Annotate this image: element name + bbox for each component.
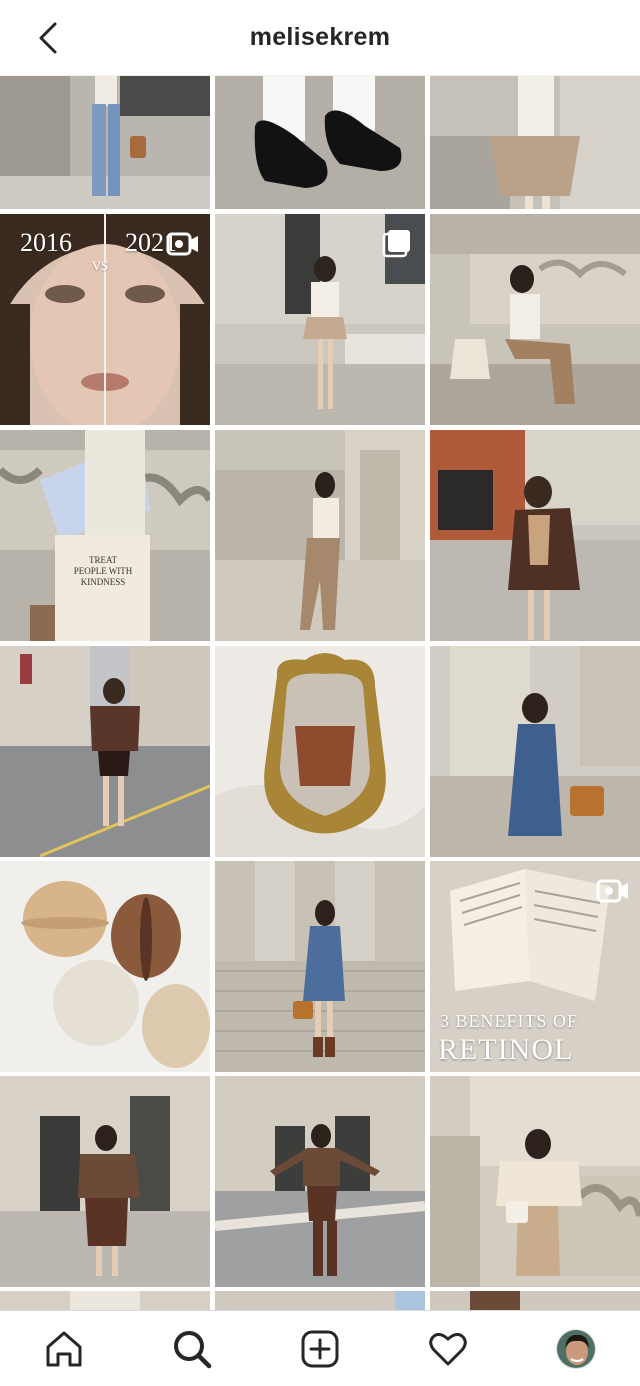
post-image: [0, 76, 210, 209]
home-icon: [46, 1331, 82, 1366]
post-image: [430, 1291, 640, 1310]
post-image: [0, 861, 210, 1072]
post-thumbnail[interactable]: [215, 646, 425, 857]
post-thumbnail[interactable]: [215, 1076, 425, 1287]
post-thumbnail[interactable]: [215, 861, 425, 1072]
heart-icon: [429, 1332, 467, 1365]
post-thumbnail[interactable]: [430, 76, 640, 209]
post-image: [0, 1291, 210, 1310]
page-title: melisekrem: [249, 23, 391, 51]
post-thumbnail[interactable]: [0, 1291, 210, 1310]
post-thumbnail[interactable]: [215, 214, 425, 425]
post-image: [430, 646, 640, 857]
post-image: [0, 646, 210, 857]
post-image: [430, 214, 640, 425]
post-thumbnail[interactable]: [0, 646, 210, 857]
post-image: [430, 1076, 640, 1287]
post-image: [215, 1076, 425, 1287]
avatar: [556, 1328, 596, 1369]
nav-search[interactable]: [160, 1317, 224, 1381]
post-thumbnail[interactable]: [0, 76, 210, 209]
post-thumbnail[interactable]: [215, 430, 425, 641]
post-thumbnail[interactable]: TREAT PEOPLE WITH KINDNESS: [0, 430, 210, 641]
back-button[interactable]: [30, 20, 66, 56]
caption-small: 3 BENEFITS OF: [440, 1011, 579, 1031]
post-thumbnail[interactable]: [215, 1291, 425, 1310]
search-icon: [174, 1330, 212, 1368]
caption-vs: vs: [92, 254, 109, 274]
nav-profile[interactable]: [544, 1317, 608, 1381]
post-image: [215, 646, 425, 857]
post-thumbnail[interactable]: [0, 1076, 210, 1287]
nav-create[interactable]: [288, 1317, 352, 1381]
post-image: [215, 861, 425, 1072]
post-thumbnail[interactable]: [430, 1291, 640, 1310]
chevron-left-icon: [39, 22, 57, 54]
profile-photo: [557, 1329, 595, 1368]
nav-activity[interactable]: [416, 1317, 480, 1381]
post-image: [430, 430, 640, 641]
post-thumbnail[interactable]: [430, 430, 640, 641]
post-thumbnail[interactable]: [430, 1076, 640, 1287]
post-image: [215, 430, 425, 641]
post-thumbnail[interactable]: 3 BENEFITS OF RETINOL: [430, 861, 640, 1072]
post-thumbnail[interactable]: [430, 646, 640, 857]
post-image: [0, 430, 210, 641]
nav-home[interactable]: [32, 1317, 96, 1381]
post-image: [0, 1076, 210, 1287]
reel-icon: [166, 232, 198, 256]
caption-year-left: 2016: [20, 228, 72, 257]
new-post-icon: [301, 1330, 339, 1367]
post-image: [215, 1291, 425, 1310]
post-thumbnail[interactable]: [430, 214, 640, 425]
post-thumbnail[interactable]: [0, 861, 210, 1072]
multiple-photos-icon: [382, 230, 410, 258]
profile-header: melisekrem: [0, 0, 640, 76]
post-image: [215, 76, 425, 209]
caption-big: RETINOL: [438, 1033, 574, 1066]
post-image: [430, 76, 640, 209]
tote-print-text: TREAT PEOPLE WITH KINDNESS: [73, 555, 133, 587]
bottom-navigation: [0, 1310, 640, 1386]
post-grid: 2016 vs 2021 TREAT PEOPLE WITH KINDNESS …: [0, 76, 640, 1310]
reel-icon: [596, 879, 628, 903]
post-thumbnail[interactable]: 2016 vs 2021: [0, 214, 210, 425]
post-thumbnail[interactable]: [215, 76, 425, 209]
